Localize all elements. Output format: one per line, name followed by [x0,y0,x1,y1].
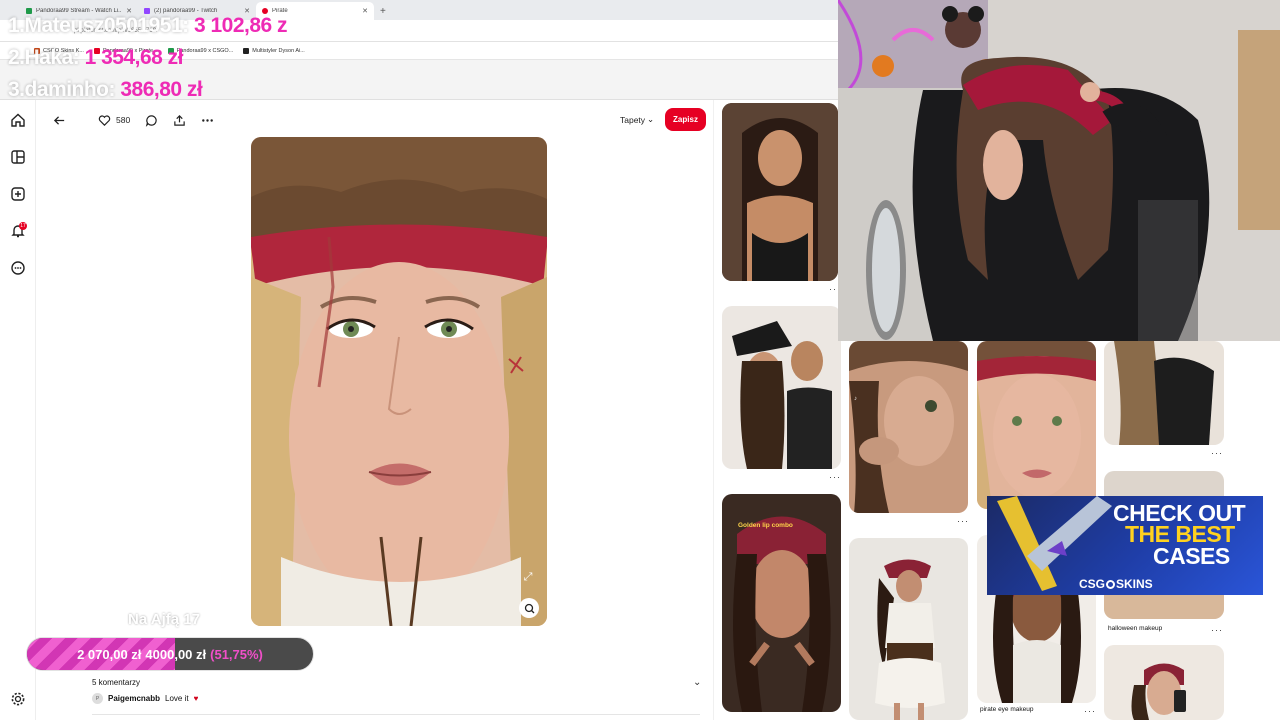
stream-watermark: Na Ajfą 17 [128,611,200,628]
share-icon[interactable] [173,112,186,128]
create-icon[interactable] [10,186,26,202]
visual-search-button[interactable] [519,598,539,618]
comment-icon[interactable] [145,112,158,128]
save-button[interactable]: Zapisz [665,108,706,131]
like-button[interactable]: 580 [98,112,130,128]
related-pin[interactable]: ♪ [849,341,968,513]
comments-count[interactable]: 5 komentarzy [92,678,140,687]
heart-icon [98,114,111,126]
pin-overlay-caption: Golden lip combo [738,522,793,529]
more-options-icon[interactable]: ··· [1211,448,1223,458]
avatar[interactable]: P [92,693,103,704]
pinterest-left-rail [0,100,36,720]
visual-search-icon [524,603,534,613]
goal-target: 4000,00 zł [145,646,207,662]
board-name: Tapety [620,114,646,125]
comment-item: P Paigemcnabb Love it ♥ [92,693,198,704]
goal-current: 2 070,00 zł [77,646,142,662]
related-pin[interactable] [722,306,841,469]
explore-icon[interactable] [10,149,26,165]
more-options-icon[interactable]: ··· [1084,706,1096,716]
more-options-icon[interactable]: ··· [957,516,969,526]
comment-text: Love it [165,694,189,703]
donation-goal-bar: 2 070,00 zł 4000,00 zł (51,75%) [26,637,314,671]
related-pin[interactable] [722,103,838,281]
webcam-feed [838,0,1280,341]
board-selector[interactable]: Tapety ⌄ [620,114,654,125]
more-options-icon[interactable]: ··· [829,472,841,482]
related-pin[interactable] [1104,645,1224,720]
notification-badge: 17 [19,222,27,230]
donor-amount: 3 102,86 z [193,14,288,37]
heart-emoji-icon: ♥ [193,694,199,703]
csgo-skins-logo: CSG SKINS [1079,577,1153,591]
donation-leaderboard: 1.Mateusz0501951: 3 102,86 z 2.Haka: 1 3… [8,10,288,106]
column-divider [713,100,714,720]
messages-icon[interactable] [10,260,26,276]
close-tab-icon[interactable]: ✕ [362,7,368,15]
related-pin[interactable] [849,538,968,720]
comment-input[interactable] [92,714,700,720]
home-icon[interactable] [10,112,26,128]
chevron-down-icon: ⌄ [647,114,655,124]
related-pin[interactable]: Golden lip combo [722,494,841,712]
expand-icon[interactable]: ⤢ [519,568,537,586]
more-options-icon[interactable]: ··· [1211,625,1223,635]
related-pin[interactable] [1104,341,1224,445]
logo-ring-icon [1106,579,1116,589]
more-options-icon[interactable] [201,112,214,128]
logo-right-text: SKINS [1116,577,1153,591]
new-tab-icon[interactable]: + [380,6,386,17]
donor-name: 2.Haka: [8,46,80,69]
stream-frame: Pandoraa99 Stream - Watch Li... ✕ (2) pa… [0,0,1280,720]
back-arrow-icon[interactable] [53,112,66,128]
donor-row: 2.Haka: 1 354,68 zł [8,42,287,74]
likes-count: 580 [116,115,131,125]
goal-percent: (51,75%) [210,646,263,662]
settings-gear-icon[interactable] [10,691,26,707]
donor-amount: 1 354,68 zł [84,46,184,69]
comment-author[interactable]: Paigemcnabb [108,694,160,703]
donor-amount: 386,80 zł [120,78,203,101]
chevron-down-icon[interactable]: ⌄ [693,677,701,688]
ad-headline-line3: CASES [1153,543,1230,569]
donor-row: 3.daminho: 386,80 zł [8,74,287,106]
donor-row: 1.Mateusz0501951: 3 102,86 z [8,10,288,42]
pin-caption[interactable]: halloween makeup [1108,625,1162,632]
donor-name: 1.Mateusz0501951: [8,14,189,37]
tiktok-logo-icon: ♪ [854,396,857,402]
related-pin[interactable] [977,341,1096,509]
donor-name: 3.daminho: [8,78,116,101]
pin-caption[interactable]: pirate eye makeup [980,706,1033,713]
csgo-skins-ad-banner[interactable]: CHECK OUT THE BEST CASES CSG SKINS [987,496,1263,595]
main-pin-image[interactable] [251,137,547,626]
logo-left-text: CSG [1079,577,1106,591]
goal-text: 2 070,00 zł 4000,00 zł (51,75%) [27,638,313,670]
